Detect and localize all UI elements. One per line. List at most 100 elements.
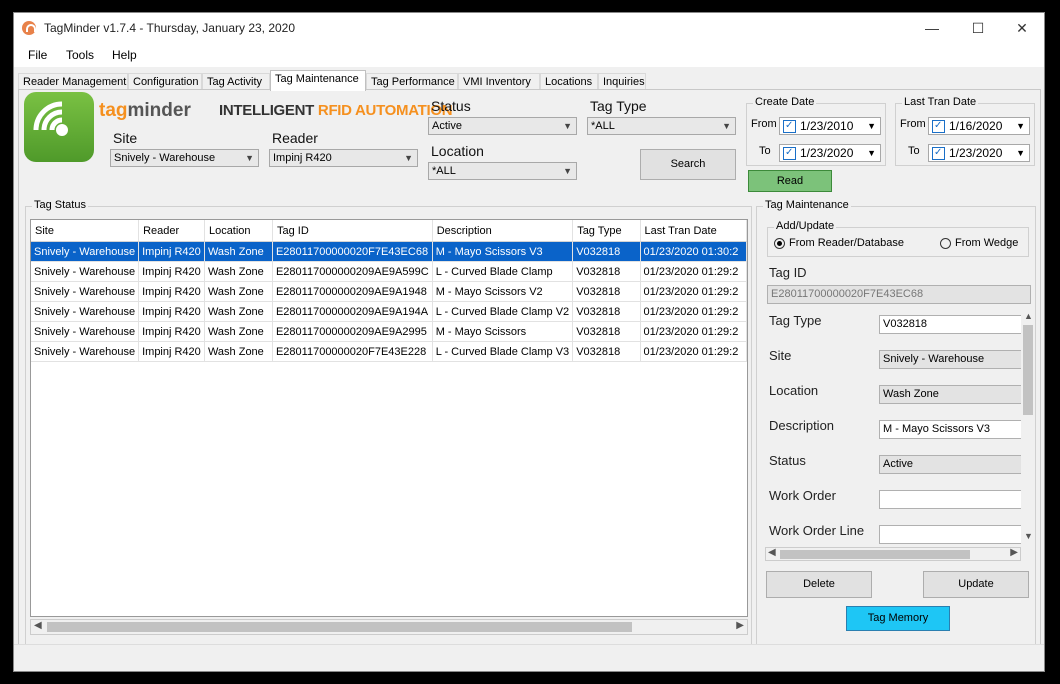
menu-tools[interactable]: Tools: [66, 48, 94, 62]
location-field-label: Location: [769, 383, 819, 398]
menu-file[interactable]: File: [28, 48, 47, 62]
table-cell: L - Curved Blade Clamp V3: [432, 341, 574, 362]
description-field[interactable]: M - Mayo Scissors V3: [879, 420, 1021, 439]
tagid-field[interactable]: E28011700000020F7E43EC68: [767, 285, 1031, 304]
tagtype-combo[interactable]: *ALL ▼: [587, 117, 736, 135]
tab-inquiries[interactable]: Inquiries: [598, 73, 646, 90]
tab-tag-activity[interactable]: Tag Activity: [202, 73, 270, 90]
radio-from-wedge[interactable]: From Wedge: [940, 237, 1018, 249]
radio-from-reader[interactable]: From Reader/Database: [774, 237, 904, 249]
workorderline-field[interactable]: [879, 525, 1021, 544]
create-date-to[interactable]: 1/23/2020▼: [779, 144, 881, 162]
minimize-button[interactable]: —: [910, 16, 954, 40]
site-label: Site: [113, 130, 138, 146]
chevron-down-icon: ▼: [1016, 121, 1025, 131]
table-cell: Wash Zone: [204, 241, 273, 262]
table-cell: 01/23/2020 01:29:2: [640, 261, 747, 282]
last-tran-from[interactable]: 1/16/2020▼: [928, 117, 1030, 135]
tab-locations[interactable]: Locations: [540, 73, 598, 90]
column-header[interactable]: Tag ID: [272, 220, 433, 242]
table-row[interactable]: Snively - Warehouse Impinj R420 Wash Zone E…: [31, 321, 747, 342]
table-cell: Snively - Warehouse: [31, 281, 140, 302]
tab-reader-management[interactable]: Reader Management: [18, 73, 128, 90]
tab-tag-maintenance[interactable]: Tag Maintenance: [270, 70, 366, 91]
table-cell: L - Curved Blade Clamp V2: [432, 301, 574, 322]
location-combo[interactable]: *ALL ▼: [428, 162, 577, 180]
checkbox-icon: [783, 145, 796, 161]
table-cell: E28011700000020F7E43EC68: [272, 241, 433, 262]
table-cell: M - Mayo Scissors V2: [432, 281, 574, 302]
status-field[interactable]: Active: [879, 455, 1021, 474]
maintenance-hscroll-thumb[interactable]: [780, 550, 970, 559]
last-tran-date-group: Last Tran Date From 1/16/2020▼ To 1/23/2…: [895, 96, 1035, 166]
column-header[interactable]: Tag Type: [572, 220, 641, 242]
chevron-down-icon: ▼: [245, 153, 254, 163]
menu-bar: File Tools Help: [14, 43, 1044, 67]
table-cell: L - Curved Blade Clamp: [432, 261, 574, 282]
column-header[interactable]: Reader: [138, 220, 205, 242]
scroll-down-icon: ▼: [1024, 531, 1033, 541]
update-button[interactable]: Update: [923, 571, 1029, 598]
table-cell: Impinj R420: [138, 281, 205, 302]
table-cell: Impinj R420: [138, 241, 205, 262]
radio-off-icon: [940, 237, 951, 249]
read-button[interactable]: Read: [748, 170, 832, 192]
reader-combo[interactable]: Impinj R420 ▼: [269, 149, 418, 167]
scroll-right-icon: ▶: [1010, 547, 1018, 558]
location-field[interactable]: Wash Zone: [879, 385, 1021, 404]
table-cell: Impinj R420: [138, 341, 205, 362]
table-row[interactable]: Snively - Warehouse Impinj R420 Wash Zone E…: [31, 241, 747, 262]
scroll-thumb[interactable]: [47, 622, 632, 632]
column-header[interactable]: Last Tran Date: [640, 220, 747, 242]
brand-name: tagminder: [99, 100, 191, 121]
create-date-from[interactable]: 1/23/2010▼: [779, 117, 881, 135]
delete-button[interactable]: Delete: [766, 571, 872, 598]
table-row[interactable]: Snively - Warehouse Impinj R420 Wash Zone E…: [31, 281, 747, 302]
create-date-group: Create Date From 1/23/2010▼ To 1/23/2020…: [746, 96, 886, 166]
chevron-down-icon: ▼: [867, 148, 876, 158]
table-row[interactable]: Snively - Warehouse Impinj R420 Wash Zone E…: [31, 341, 747, 362]
status-combo[interactable]: Active ▼: [428, 117, 577, 135]
close-button[interactable]: ✕: [1000, 16, 1044, 40]
table-cell: Wash Zone: [204, 341, 273, 362]
scroll-up-icon: ▲: [1024, 311, 1033, 321]
maintenance-hscrollbar[interactable]: ◀ ▶: [765, 547, 1021, 561]
table-row[interactable]: Snively - Warehouse Impinj R420 Wash Zone E…: [31, 301, 747, 322]
table-row[interactable]: Snively - Warehouse Impinj R420 Wash Zone E…: [31, 261, 747, 282]
menu-help[interactable]: Help: [112, 48, 137, 62]
table-cell: V032818: [572, 261, 641, 282]
tag-memory-button[interactable]: Tag Memory: [846, 606, 950, 631]
site-field[interactable]: Snively - Warehouse: [879, 350, 1021, 369]
table-cell: 01/23/2020 01:30:2: [640, 241, 747, 262]
vscroll-thumb[interactable]: [1023, 325, 1033, 415]
tagtype-field[interactable]: V032818: [879, 315, 1021, 334]
table-cell: 01/23/2020 01:29:2: [640, 281, 747, 302]
app-window: TagMinder v1.7.4 - Thursday, January 23,…: [13, 12, 1045, 672]
last-tran-to[interactable]: 1/23/2020▼: [928, 144, 1030, 162]
horizontal-scrollbar[interactable]: ◀ ▶: [30, 619, 748, 635]
site-combo[interactable]: Snively - Warehouse ▼: [110, 149, 259, 167]
table-cell: V032818: [572, 341, 641, 362]
reader-label: Reader: [272, 130, 318, 146]
maximize-button[interactable]: ☐: [956, 16, 1000, 40]
workorder-field[interactable]: [879, 490, 1021, 509]
table-cell: M - Mayo Scissors V3: [432, 241, 574, 262]
tab-configuration[interactable]: Configuration: [128, 73, 202, 90]
table-cell: 01/23/2020 01:29:2: [640, 321, 747, 342]
column-header[interactable]: Description: [432, 220, 574, 242]
table-cell: V032818: [572, 301, 641, 322]
table-cell: V032818: [572, 321, 641, 342]
tab-tag-performance[interactable]: Tag Performance: [366, 73, 458, 90]
chevron-down-icon: ▼: [563, 121, 572, 131]
column-header[interactable]: Site: [31, 220, 140, 242]
vertical-scrollbar[interactable]: ▲ ▼: [1021, 309, 1035, 545]
tab-vmi-inventory[interactable]: VMI Inventory: [458, 73, 540, 90]
table-cell: V032818: [572, 281, 641, 302]
search-button[interactable]: Search: [640, 149, 736, 180]
tagminder-logo: [24, 92, 94, 162]
column-header[interactable]: Location: [204, 220, 273, 242]
status-field-label: Status: [769, 453, 806, 468]
tag-status-table[interactable]: Site Reader Location Tag ID Description Tag T…: [30, 219, 748, 617]
table-cell: Snively - Warehouse: [31, 341, 140, 362]
table-cell: 01/23/2020 01:29:2: [640, 341, 747, 362]
